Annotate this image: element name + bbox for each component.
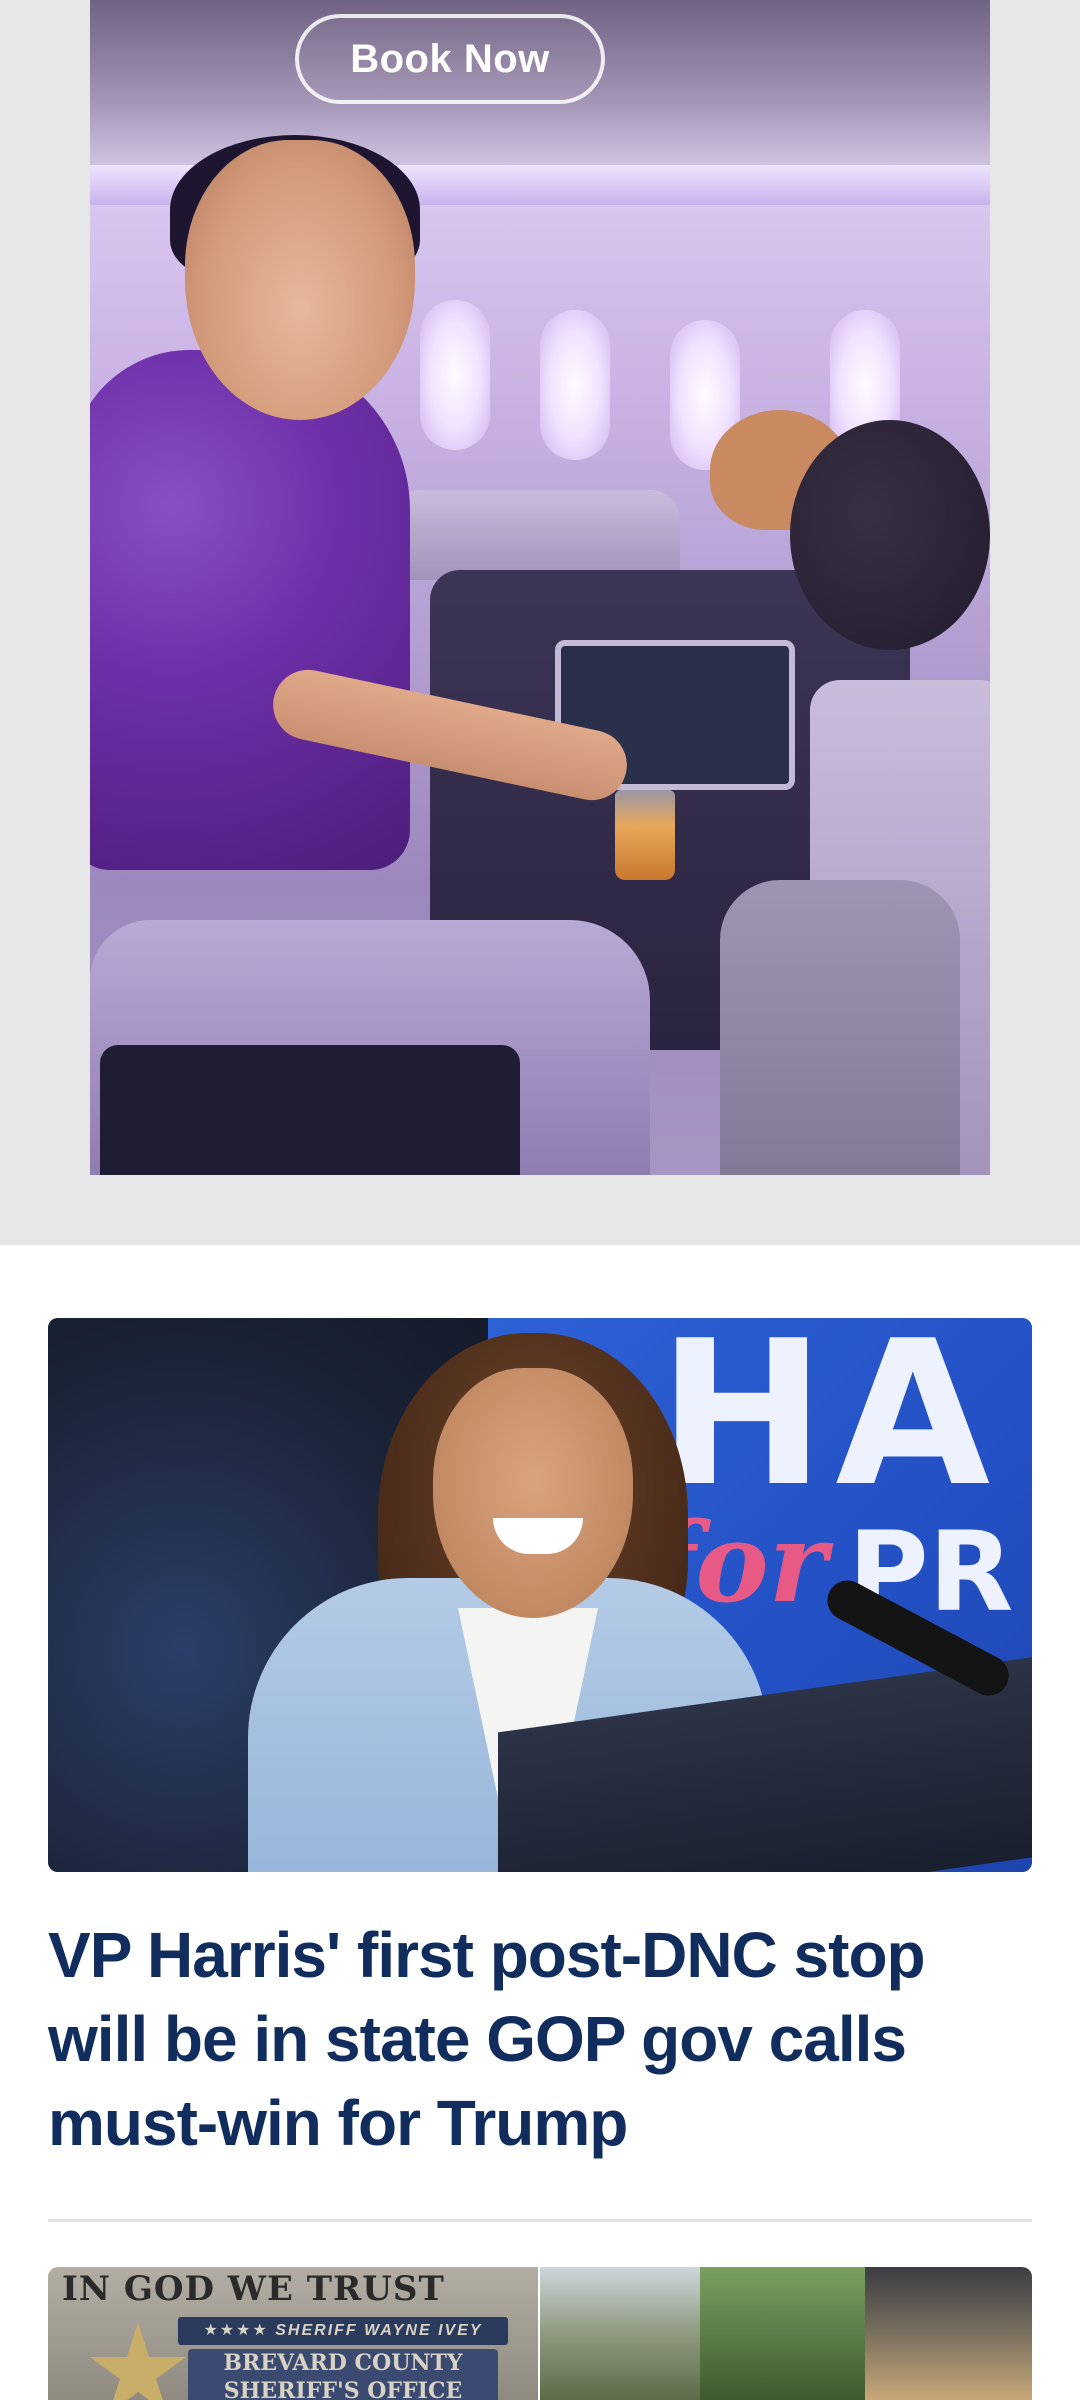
scene-photo-3 — [865, 2267, 1032, 2400]
ad-container: Book Now — [0, 0, 1080, 1245]
attendant-face — [185, 140, 415, 420]
article-hero-image[interactable]: HA for PR — [48, 1318, 1032, 1872]
scene-photo-1 — [540, 2267, 700, 2400]
motto-text: IN GOD WE TRUST — [62, 2269, 445, 2309]
sheriff-star-icon — [90, 2322, 186, 2400]
book-now-button[interactable]: Book Now — [295, 14, 605, 104]
speaker-face — [433, 1368, 633, 1618]
passenger-body — [720, 880, 960, 1175]
attendant-uniform — [90, 350, 410, 870]
scene-photo-2 — [700, 2267, 865, 2400]
drink-glass — [615, 790, 675, 880]
article-divider — [48, 2219, 1032, 2222]
next-article-image[interactable]: IN GOD WE TRUST ★★★★ SHERIFF WAYNE IVEY … — [48, 2267, 1032, 2400]
foreground-screen — [100, 1045, 520, 1175]
passenger-head — [790, 420, 990, 650]
cabin-window — [540, 310, 610, 460]
office-plaque: BREVARD COUNTY SHERIFF'S OFFICE — [188, 2349, 498, 2400]
seat-row — [390, 490, 680, 580]
ad-image[interactable] — [90, 0, 990, 1175]
article-feed: HA for PR VP Harris' first post-DNC stop… — [0, 1245, 1080, 2400]
sheriff-office-photo: IN GOD WE TRUST ★★★★ SHERIFF WAYNE IVEY … — [48, 2267, 540, 2400]
cabin-window — [420, 300, 490, 450]
article-headline[interactable]: VP Harris' first post-DNC stop will be i… — [48, 1913, 1032, 2165]
sheriff-banner: ★★★★ SHERIFF WAYNE IVEY — [178, 2317, 508, 2345]
